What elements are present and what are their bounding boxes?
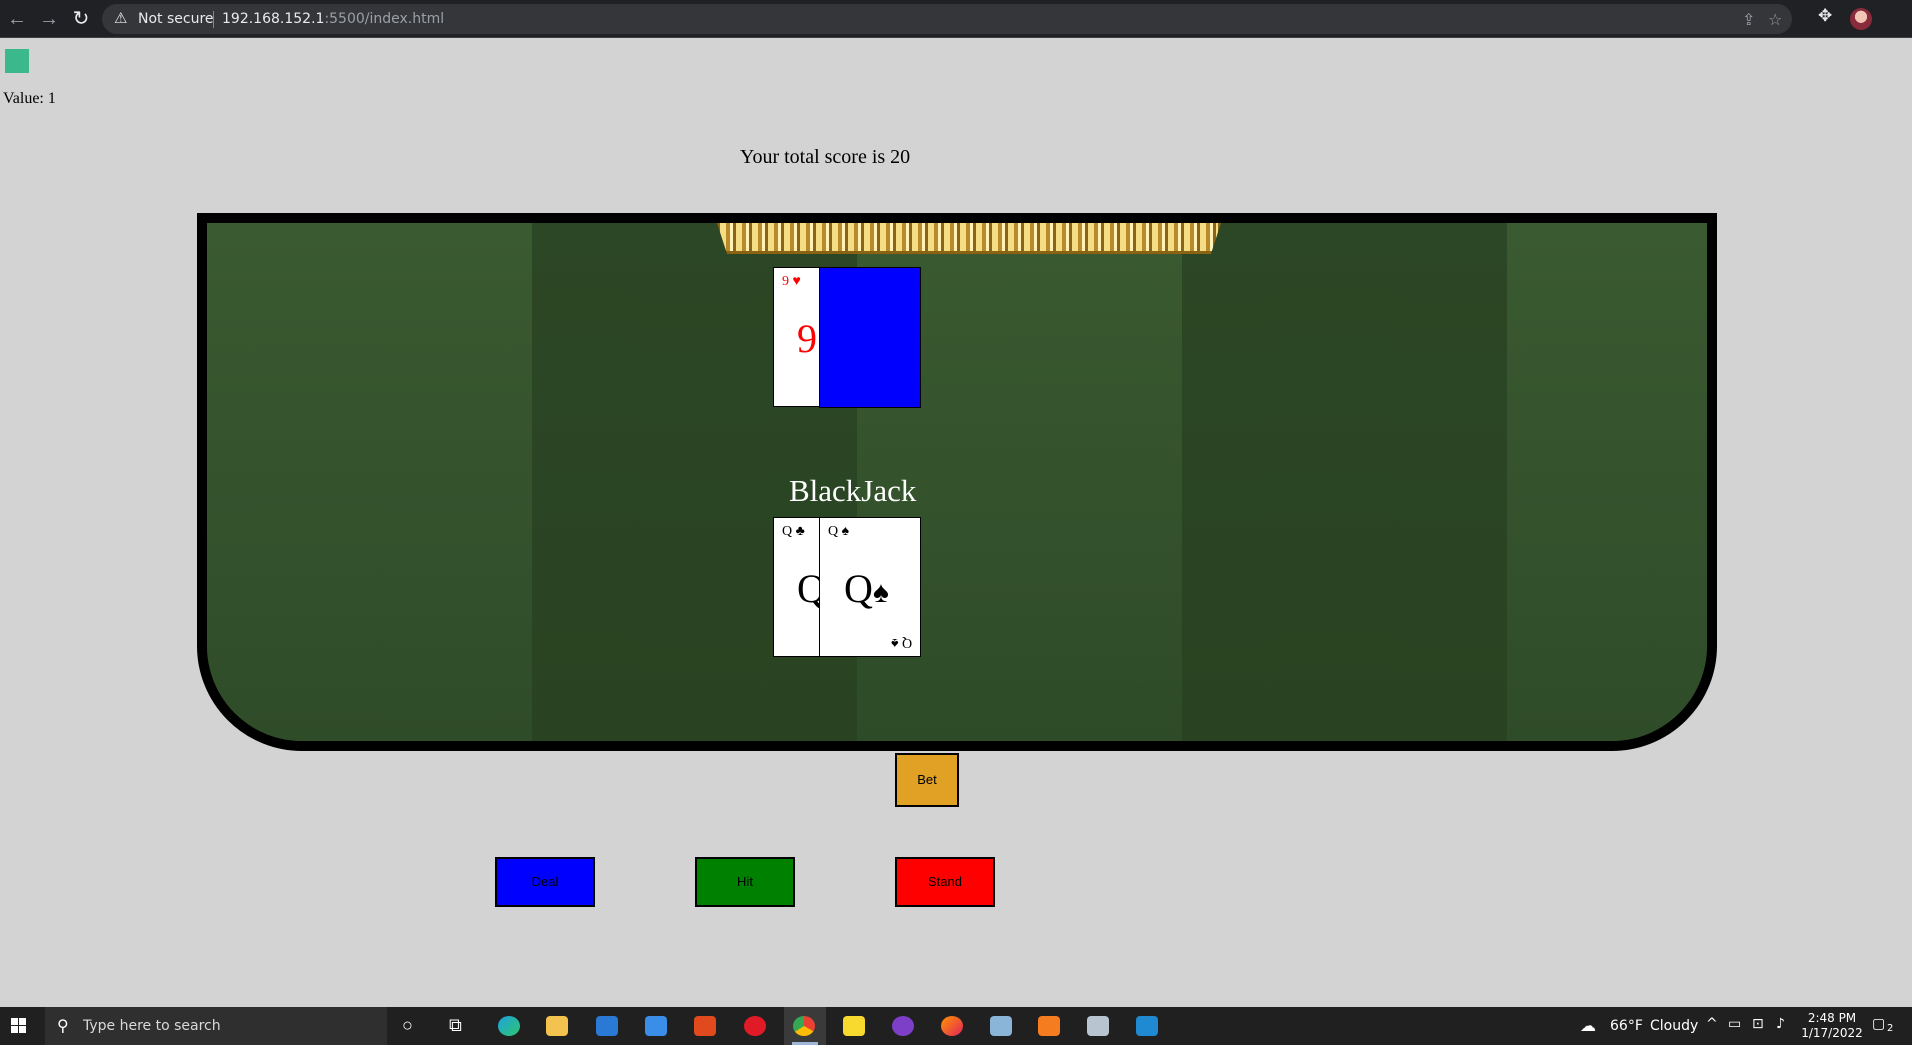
- network-icon[interactable]: ⊡: [1752, 1016, 1764, 1032]
- felt-stripe: [1182, 223, 1507, 741]
- search-icon: ⚲: [57, 1018, 69, 1035]
- card-corner: Q ♠: [828, 524, 849, 540]
- puzzle-icon[interactable]: ✥: [1818, 6, 1832, 26]
- star-icon[interactable]: ☆: [1768, 10, 1782, 30]
- blackjack-table: 9 ♥ 9 BlackJack Q ♣ Q Q ♠ Q♠ Q ♠: [197, 213, 1717, 751]
- taskbar-search[interactable]: ⚲ Type here to search: [45, 1007, 387, 1045]
- card-suit: ♠: [890, 635, 899, 650]
- forward-icon[interactable]: →: [36, 6, 62, 32]
- weather-desc[interactable]: Cloudy: [1650, 1018, 1698, 1034]
- card-corner: 9 ♥: [782, 274, 801, 290]
- card-center: Q♠: [844, 565, 889, 612]
- mail-icon[interactable]: [645, 1016, 667, 1036]
- card-corner-rotated: Q ♠: [891, 634, 912, 650]
- url-host: 192.168.152.1: [222, 11, 325, 27]
- browser-toolbar: ← → ↻ ⚠ Not secure 192.168.152.1:5500/in…: [0, 0, 1912, 38]
- divider: [213, 11, 214, 28]
- value-label: Value: 1: [3, 90, 56, 107]
- hit-button[interactable]: Hit: [695, 857, 795, 907]
- card-suit: ♣: [795, 524, 805, 539]
- volume-icon[interactable]: ♪: [1776, 1016, 1785, 1032]
- opera-icon[interactable]: [744, 1016, 766, 1036]
- clock-date: 1/17/2022: [1801, 1026, 1863, 1040]
- file-explorer-icon[interactable]: [546, 1016, 568, 1036]
- sticky-notes-icon[interactable]: [843, 1016, 865, 1036]
- chevron-up-icon[interactable]: ^: [1706, 1016, 1718, 1032]
- card-suit: ♠: [872, 576, 889, 609]
- xampp-icon[interactable]: [1038, 1016, 1060, 1036]
- notepad-icon[interactable]: [990, 1016, 1012, 1036]
- firefox-icon[interactable]: [941, 1016, 963, 1036]
- windows-start-icon[interactable]: [11, 1018, 27, 1034]
- card-rank: 9: [782, 274, 789, 289]
- url-path: :5500/index.html: [324, 11, 445, 27]
- card-rank: Q: [828, 524, 839, 539]
- table-title: BlackJack: [789, 473, 917, 508]
- cloud-icon[interactable]: ☁: [1580, 1016, 1596, 1035]
- card-center-rank: 9: [797, 316, 817, 361]
- store-icon[interactable]: [596, 1016, 618, 1036]
- card-rank: Q: [901, 635, 912, 650]
- address-bar[interactable]: ⚠ Not secure 192.168.152.1:5500/index.ht…: [102, 4, 1792, 34]
- notification-count: 2: [1887, 1023, 1894, 1034]
- avatar[interactable]: [1850, 8, 1872, 30]
- clock-time: 2:48 PM: [1807, 1011, 1857, 1025]
- dealer-card-2-back: [819, 267, 921, 408]
- player-card-2: Q ♠ Q♠ Q ♠: [819, 517, 921, 657]
- edge-icon[interactable]: [498, 1016, 520, 1036]
- clock[interactable]: 2:48 PM 1/17/2022: [1800, 1011, 1864, 1041]
- reload-icon[interactable]: ↻: [68, 6, 94, 32]
- task-view-icon[interactable]: ⧉: [449, 1015, 462, 1036]
- notification-icon[interactable]: ▢: [1872, 1016, 1885, 1032]
- cortana-icon[interactable]: ○: [402, 1015, 413, 1036]
- podcast-icon[interactable]: [892, 1016, 914, 1036]
- stand-button[interactable]: Stand: [895, 857, 995, 907]
- office-icon[interactable]: [694, 1016, 716, 1036]
- security-label[interactable]: Not secure: [138, 11, 214, 27]
- url-text[interactable]: 192.168.152.1:5500/index.html: [222, 11, 444, 27]
- share-icon[interactable]: ⇪: [1742, 10, 1755, 30]
- card-suit: ♥: [792, 274, 801, 289]
- meet-icon[interactable]: ▭: [1728, 1016, 1741, 1032]
- felt-stripe: [207, 223, 532, 741]
- weather-temp[interactable]: 66°F: [1610, 1018, 1643, 1034]
- vm-icon[interactable]: [1087, 1016, 1109, 1036]
- chip-tray: [717, 223, 1221, 254]
- bet-button[interactable]: Bet: [895, 753, 959, 807]
- card-suit: ♠: [841, 524, 850, 539]
- search-placeholder: Type here to search: [83, 1018, 221, 1034]
- chrome-icon[interactable]: [793, 1016, 815, 1036]
- card-rank: Q: [844, 566, 873, 611]
- felt-stripe: [1507, 223, 1707, 741]
- card-corner: Q ♣: [782, 524, 805, 540]
- card-rank: Q: [782, 524, 793, 539]
- score-text: Your total score is 20: [740, 146, 911, 168]
- vscode-icon[interactable]: [1136, 1016, 1158, 1036]
- deal-button[interactable]: Deal: [495, 857, 595, 907]
- back-icon[interactable]: ←: [4, 6, 30, 32]
- taskbar: ⚲ Type here to search ○ ⧉ ☁ 66°F Cloudy …: [0, 1007, 1912, 1045]
- chip-swatch: [5, 49, 29, 73]
- warning-triangle-icon[interactable]: ⚠: [114, 9, 127, 27]
